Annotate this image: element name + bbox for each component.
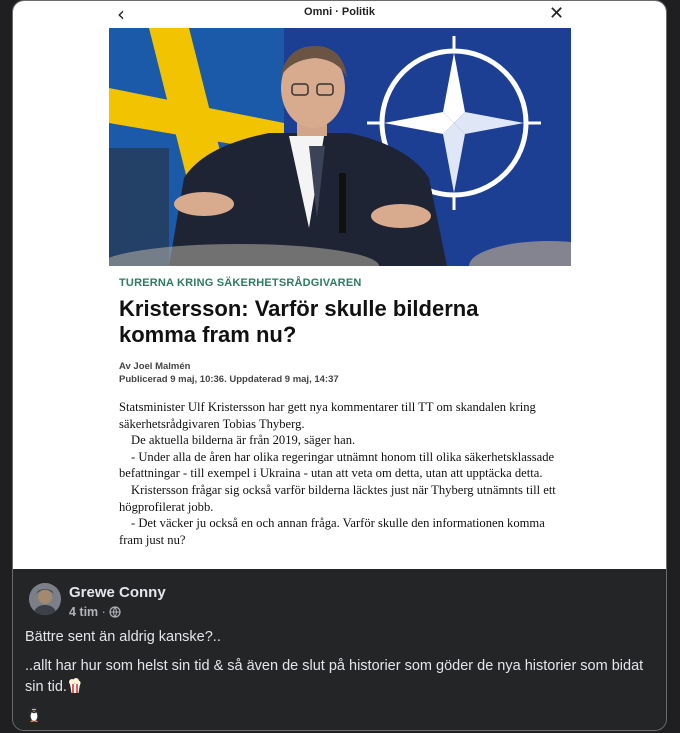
- post-card: ‹ Omni · Politik ✕ TURERNA KRING SÄKERHE…: [12, 0, 667, 731]
- article-paragraph: - Det väcker ju också en och annan fråga…: [119, 516, 545, 547]
- globe-icon[interactable]: [109, 606, 121, 621]
- post-author[interactable]: Grewe Conny: [69, 584, 166, 601]
- meta-separator: ·: [101, 605, 106, 619]
- avatar[interactable]: [29, 583, 61, 615]
- post-text-line-2-content: ..allt har hur som helst sin tid & så äv…: [25, 658, 644, 695]
- article-body: Statsminister Ulf Kristersson har gett n…: [119, 399, 559, 548]
- article-paragraph: Kristersson frågar sig också varför bild…: [119, 482, 556, 514]
- app-top-bar: ‹ Omni · Politik ✕: [13, 1, 666, 27]
- app-title: Omni · Politik: [304, 6, 375, 18]
- article-headline: Kristersson: Varför skulle bilderna komm…: [119, 296, 479, 347]
- article-byline: Av Joel Malmén Publicerad 9 maj, 10:36. …: [119, 360, 559, 386]
- post-section: Grewe Conny 4 tim · Bättre sent än aldri…: [13, 569, 666, 730]
- popcorn-icon: [68, 678, 82, 700]
- penguin-icon: [27, 706, 41, 727]
- post-meta: 4 tim ·: [69, 605, 121, 621]
- article-text: TURERNA KRING SÄKERHETSRÅDGIVAREN Kriste…: [119, 277, 559, 548]
- post-text-line-1: Bättre sent än aldrig kanske?..: [25, 629, 221, 645]
- article-paragraph: Statsminister Ulf Kristersson har gett n…: [119, 400, 536, 431]
- press-photo-illustration: [109, 28, 571, 266]
- post-time[interactable]: 4 tim: [69, 605, 98, 619]
- article-photo: [109, 28, 571, 266]
- avatar-image: [29, 583, 61, 615]
- article-kicker: TURERNA KRING SÄKERHETSRÅDGIVAREN: [119, 277, 362, 289]
- article-published: Publicerad 9 maj, 10:36. Uppdaterad 9 ma…: [119, 374, 339, 385]
- article-author: Av Joel Malmén: [119, 361, 191, 372]
- shared-screenshot[interactable]: ‹ Omni · Politik ✕ TURERNA KRING SÄKERHE…: [13, 1, 666, 569]
- article-paragraph: De aktuella bilderna är från 2019, säger…: [131, 433, 356, 448]
- article-paragraph: - Under alla de åren har olika regeringa…: [119, 449, 555, 481]
- close-button[interactable]: ✕: [549, 3, 564, 24]
- post-text-line-2: ..allt har hur som helst sin tid & så äv…: [25, 656, 655, 700]
